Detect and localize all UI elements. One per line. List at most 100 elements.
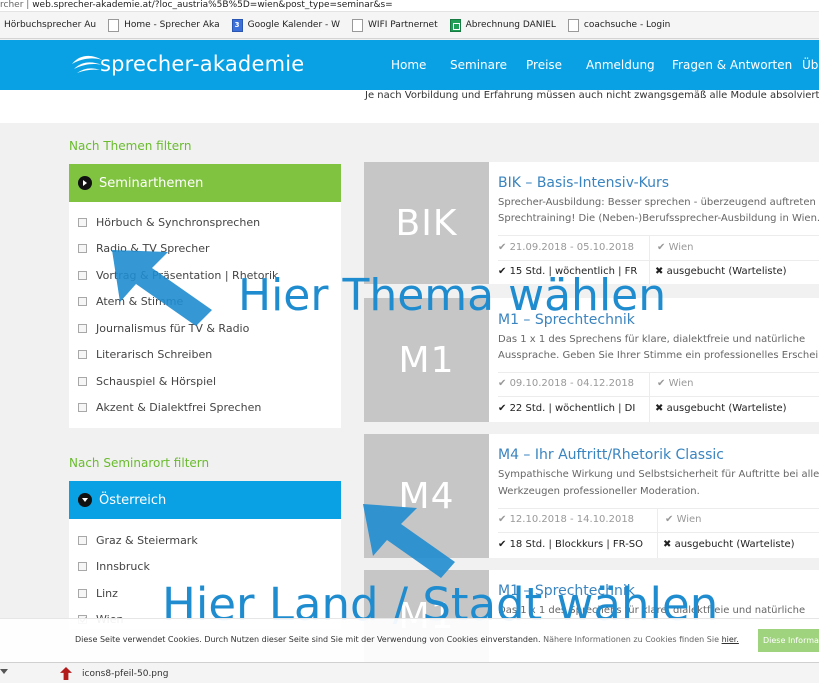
cookie-accept-button[interactable]: Diese Informationen [758, 629, 819, 652]
nav-seminare[interactable]: Seminare [450, 58, 507, 72]
site-logo[interactable]: sprecher-akademie [70, 48, 304, 80]
checkbox[interactable] [78, 403, 87, 412]
divider [498, 508, 819, 509]
course-dates: ✔ 09.10.2018 - 04.12.2018 [498, 378, 635, 389]
intro-text: Je nach Vorbildung und Erfahrung müssen … [365, 90, 819, 101]
cookie-bar: Diese Seite verwendet Cookies. Durch Nut… [0, 618, 819, 662]
course-dates: ✔ 21.09.2018 - 05.10.2018 [498, 242, 635, 253]
bookmark-abrechnung[interactable]: Abrechnung DANIEL [449, 12, 568, 38]
cookie-more: Nähere Informationen zu Cookies finden S… [543, 635, 720, 644]
divider [657, 508, 658, 558]
arrow-up-left-icon [363, 504, 455, 578]
location-option[interactable]: Linz [78, 587, 118, 600]
course-desc-line1: Das 1 x 1 des Sprechens für klare, diale… [498, 334, 806, 345]
course-hours: ✔ 22 Std. | wöchentlich | DI [498, 403, 636, 414]
nav-preise[interactable]: Preise [526, 58, 562, 72]
location-label: Linz [96, 587, 118, 600]
bookmark-google-kalender[interactable]: 3 Google Kalender - W [231, 12, 352, 38]
divider [498, 235, 819, 236]
course-hours: ✔ 18 Std. | Blockkurs | FR-SO [498, 539, 644, 550]
course-title[interactable]: BIK – Basis-Intensiv-Kurs [498, 175, 669, 191]
course-title[interactable]: M4 – Ihr Auftritt/Rhetorik Classic [498, 447, 724, 463]
bookmark-wifi-partnernet[interactable]: WIFI Partnernet [352, 12, 450, 38]
course-status: ✖ ausgebucht (Warteliste) [655, 266, 787, 277]
course-location: ✔ Wien [665, 514, 702, 525]
theme-option[interactable]: Schauspiel & Hörspiel [78, 375, 216, 388]
checkbox[interactable] [78, 244, 87, 253]
theme-hint-text: Hier Thema wählen [238, 270, 667, 321]
location-panel-header[interactable]: Österreich [69, 481, 341, 519]
nav-fragen-antworten[interactable]: Fragen & Antworten [672, 58, 792, 72]
theme-option[interactable]: Hörbuch & Synchronsprechen [78, 216, 260, 229]
bookmark-label: Abrechnung DANIEL [465, 20, 556, 30]
checkbox[interactable] [78, 377, 87, 386]
bookmark-label: WIFI Partnernet [368, 20, 438, 30]
theme-panel-title: Seminarthemen [99, 175, 204, 191]
checkbox[interactable] [78, 589, 87, 598]
logo-text: sprecher-akademie [100, 52, 305, 76]
bookmark-label: coachsuche - Login [583, 20, 671, 30]
checkbox[interactable] [78, 536, 87, 545]
cookie-text: Diese Seite verwendet Cookies. Durch Nut… [75, 635, 739, 644]
bookmark-coachsuche[interactable]: coachsuche - Login [567, 12, 682, 38]
theme-label: Akzent & Dialektfrei Sprechen [96, 401, 262, 414]
calendar-icon: 3 [231, 18, 243, 32]
checkbox[interactable] [78, 324, 87, 333]
divider [498, 260, 819, 261]
course-status: ✖ ausgebucht (Warteliste) [663, 539, 795, 550]
address-bar[interactable]: rcher | web.sprecher-akademie.at/?loc_au… [0, 0, 819, 12]
bookmarks-bar: Hörbuchsprecher Au Home - Sprecher Aka 3… [0, 12, 819, 39]
location-label: Innsbruck [96, 560, 150, 573]
course-desc-line2: Werkzeugen professioneller Moderation. [498, 486, 700, 497]
cookie-message: Diese Seite verwendet Cookies. Durch Nut… [75, 635, 541, 644]
checkbox[interactable] [78, 297, 87, 306]
course-dates: ✔ 12.10.2018 - 14.10.2018 [498, 514, 635, 525]
course-location: ✔ Wien [657, 242, 694, 253]
page-icon [352, 18, 364, 32]
cookie-link[interactable]: hier. [722, 635, 739, 644]
checkbox[interactable] [78, 562, 87, 571]
theme-panel-header[interactable]: Seminarthemen [69, 164, 341, 202]
location-option[interactable]: Graz & Steiermark [78, 534, 198, 547]
location-option[interactable]: Innsbruck [78, 560, 150, 573]
course-desc-line2: Aussprache. Geben Sie Ihrer Stimme ein p… [498, 350, 819, 361]
arrow-file-icon [60, 667, 72, 680]
chevron-right-icon [78, 176, 92, 190]
location-panel-title: Österreich [99, 492, 167, 508]
checkbox[interactable] [78, 350, 87, 359]
bookmark-home-sprecher[interactable]: Home - Sprecher Aka [108, 12, 232, 38]
download-bar: icons8-pfeil-50.png [0, 662, 819, 683]
divider [498, 372, 819, 373]
course-desc-line2: Sprechtraining! Die (Neben-)Berufssprech… [498, 213, 819, 224]
course-thumb: BIK [364, 162, 489, 284]
theme-filter-title: Nach Themen filtern [69, 139, 192, 153]
theme-option[interactable]: Akzent & Dialektfrei Sprechen [78, 401, 261, 414]
download-file-name[interactable]: icons8-pfeil-50.png [82, 669, 168, 679]
location-label: Graz & Steiermark [96, 534, 198, 547]
course-desc-line1: Sympathische Wirkung und Selbstsicherhei… [498, 469, 819, 480]
bookmark-label: Hörbuchsprecher Au [4, 20, 97, 30]
caret-down-icon[interactable] [0, 669, 8, 674]
location-filter-title: Nach Seminarort filtern [69, 456, 210, 470]
theme-label: Hörbuch & Synchronsprechen [96, 216, 261, 229]
url-text[interactable]: web.sprecher-akademie.at/?loc_austria%5B… [32, 0, 393, 10]
bookmark-hoerbuchsprecher[interactable]: Hörbuchsprecher Au [0, 12, 108, 38]
page-icon [108, 18, 120, 32]
nav-anmeldung[interactable]: Anmeldung [586, 58, 655, 72]
sheet-icon [449, 18, 461, 32]
nav-home[interactable]: Home [391, 58, 426, 72]
checkbox[interactable] [78, 271, 87, 280]
nav-more[interactable]: Üb [802, 58, 818, 72]
arrow-up-left-icon [112, 250, 212, 326]
theme-option[interactable]: Literarisch Schreiben [78, 348, 212, 361]
url-prefix: rcher [0, 0, 24, 10]
bookmark-label: Home - Sprecher Aka [124, 20, 220, 30]
bookmark-label: Google Kalender - W [247, 20, 341, 30]
course-card-bik[interactable]: BIK BIK – Basis-Intensiv-Kurs Sprecher-A… [364, 162, 819, 284]
divider [498, 532, 819, 533]
page-icon [567, 18, 579, 32]
checkbox[interactable] [78, 218, 87, 227]
screen: rcher | web.sprecher-akademie.at/?loc_au… [0, 0, 819, 683]
course-desc-line1: Sprecher-Ausbildung: Besser sprechen - ü… [498, 197, 819, 208]
theme-label: Schauspiel & Hörspiel [96, 375, 216, 388]
